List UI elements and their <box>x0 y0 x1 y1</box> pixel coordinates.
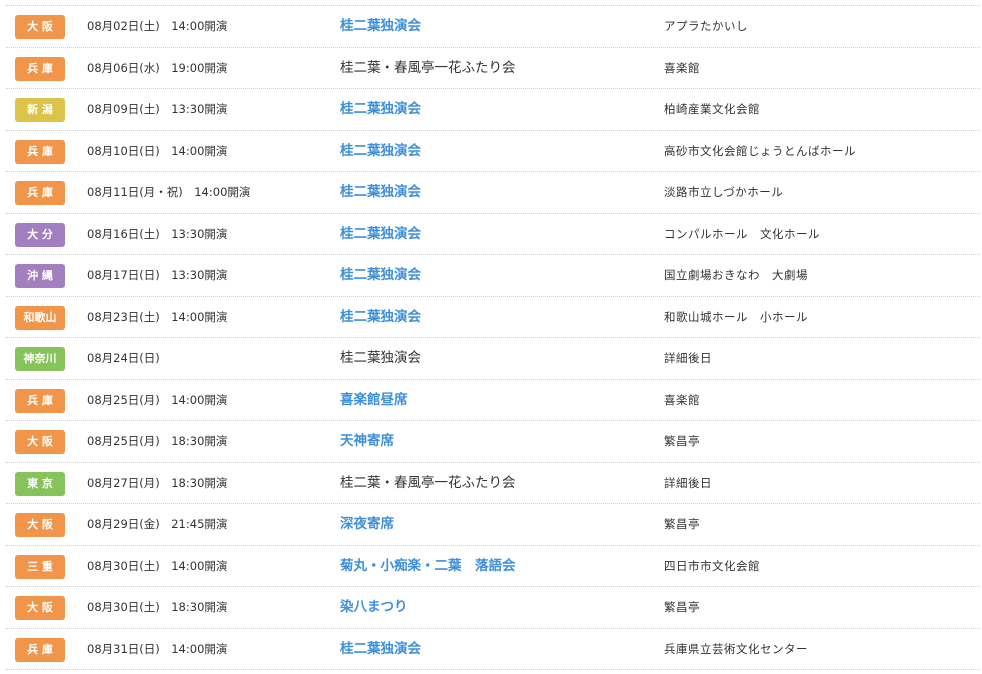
schedule-row: 新 潟 08月09日(土) 13:30開演 桂二葉独演会 柏崎産業文化会館 <box>6 89 980 131</box>
event-title-link[interactable]: 桂二葉独演会 <box>340 297 421 338</box>
schedule-row: 兵 庫 08月31日(日) 14:00開演 桂二葉独演会 兵庫県立芸術文化センター <box>6 629 980 670</box>
region-badge: 兵 庫 <box>15 181 65 205</box>
region-badge: 大 阪 <box>15 596 65 620</box>
event-venue: アプラたかいし <box>664 19 748 33</box>
event-venue: 喜楽館 <box>664 392 700 407</box>
event-venue: 繁昌亭 <box>664 600 700 614</box>
region-badge: 沖 縄 <box>15 264 65 288</box>
event-date: 08月25日(月) 14:00開演 <box>87 392 228 407</box>
event-date: 08月30日(土) 14:00開演 <box>87 558 228 573</box>
event-date: 08月16日(土) 13:30開演 <box>87 226 228 241</box>
event-date: 08月10日(日) 14:00開演 <box>87 143 228 158</box>
event-title-link[interactable]: 桂二葉独演会 <box>340 629 421 670</box>
region-badge: 和歌山 <box>15 305 65 330</box>
region-badge: 新 潟 <box>15 98 65 122</box>
event-date: 08月30日(土) 18:30開演 <box>87 600 228 614</box>
event-date: 08月06日(水) 19:00開演 <box>87 60 228 75</box>
event-date: 08月02日(土) 14:00開演 <box>87 19 228 33</box>
region-badge: 兵 庫 <box>15 56 65 81</box>
schedule-row: 兵 庫 08月10日(日) 14:00開演 桂二葉独演会 高砂市文化会館じょうとんばホ… <box>6 131 980 172</box>
schedule-row: 大 分 08月16日(土) 13:30開演 桂二葉独演会 コンパルホール 文化ホール <box>6 214 980 255</box>
event-title-link[interactable]: 染八まつり <box>340 587 408 628</box>
event-date: 08月11日(月・祝) 14:00開演 <box>87 185 251 199</box>
schedule-row: 大 阪 08月02日(土) 14:00開演 桂二葉独演会 アプラたかいし <box>6 6 980 48</box>
region-badge: 三 重 <box>15 554 65 579</box>
region-badge: 大 分 <box>15 222 65 247</box>
region-badge: 兵 庫 <box>15 637 65 662</box>
event-title-link[interactable]: 菊丸・小痴楽・二葉 落語会 <box>340 546 516 587</box>
region-badge: 大 阪 <box>15 513 65 537</box>
event-date: 08月25日(月) 18:30開演 <box>87 434 228 448</box>
schedule-row: 兵 庫 08月25日(月) 14:00開演 喜楽館昼席 喜楽館 <box>6 380 980 421</box>
event-venue: 詳細後日 <box>664 351 712 365</box>
event-venue: 柏崎産業文化会館 <box>664 102 760 116</box>
event-title: 桂二葉・春風亭一花ふたり会 <box>340 59 516 76</box>
event-venue: 兵庫県立芸術文化センター <box>664 641 808 656</box>
event-title-link[interactable]: 桂二葉独演会 <box>340 89 421 130</box>
region-badge: 東 京 <box>15 471 65 496</box>
event-title-link[interactable]: 桂二葉独演会 <box>340 131 421 172</box>
schedule-row: 三 重 08月30日(土) 14:00開演 菊丸・小痴楽・二葉 落語会 四日市市文化会… <box>6 546 980 587</box>
event-date: 08月29日(金) 21:45開演 <box>87 517 228 531</box>
event-date: 08月24日(日) <box>87 351 160 365</box>
event-title-link[interactable]: 深夜寄席 <box>340 504 394 545</box>
schedule-row: 兵 庫 08月06日(水) 19:00開演 桂二葉・春風亭一花ふたり会 喜楽館 <box>6 48 980 89</box>
event-venue: 詳細後日 <box>664 475 712 490</box>
event-venue: 淡路市立しづかホール <box>664 185 784 199</box>
event-title-link[interactable]: 桂二葉独演会 <box>340 172 421 213</box>
event-date: 08月09日(土) 13:30開演 <box>87 102 228 116</box>
event-venue: コンパルホール 文化ホール <box>664 226 820 241</box>
event-date: 08月31日(日) 14:00開演 <box>87 641 228 656</box>
schedule-row: 兵 庫 08月11日(月・祝) 14:00開演 桂二葉独演会 淡路市立しづかホール <box>6 172 980 214</box>
region-badge: 神奈川 <box>15 347 65 371</box>
event-venue: 四日市市文化会館 <box>664 558 760 573</box>
schedule-row: 大 阪 08月30日(土) 18:30開演 染八まつり 繁昌亭 <box>6 587 980 629</box>
schedule-list: 大 阪 08月02日(土) 14:00開演 桂二葉独演会 アプラたかいし兵 庫 08月0… <box>6 5 980 670</box>
region-badge: 大 阪 <box>15 15 65 39</box>
event-title-link[interactable]: 天神寄席 <box>340 421 394 462</box>
event-title-link[interactable]: 桂二葉独演会 <box>340 255 421 296</box>
event-title-link[interactable]: 桂二葉独演会 <box>340 6 421 47</box>
schedule-row: 東 京 08月27日(月) 18:30開演 桂二葉・春風亭一花ふたり会 詳細後日 <box>6 463 980 504</box>
region-badge: 兵 庫 <box>15 139 65 164</box>
event-title: 桂二葉独演会 <box>340 350 421 366</box>
event-venue: 高砂市文化会館じょうとんばホール <box>664 143 856 158</box>
schedule-row: 大 阪 08月29日(金) 21:45開演 深夜寄席 繁昌亭 <box>6 504 980 546</box>
schedule-row: 神奈川 08月24日(日) 桂二葉独演会 詳細後日 <box>6 338 980 380</box>
event-venue: 繁昌亭 <box>664 517 700 531</box>
region-badge: 大 阪 <box>15 430 65 454</box>
event-venue: 国立劇場おきなわ 大劇場 <box>664 268 808 282</box>
schedule-row: 大 阪 08月25日(月) 18:30開演 天神寄席 繁昌亭 <box>6 421 980 463</box>
event-venue: 繁昌亭 <box>664 434 700 448</box>
event-title-link[interactable]: 桂二葉独演会 <box>340 214 421 255</box>
event-date: 08月27日(月) 18:30開演 <box>87 475 228 490</box>
schedule-row: 和歌山 08月23日(土) 14:00開演 桂二葉独演会 和歌山城ホール 小ホール <box>6 297 980 338</box>
event-venue: 和歌山城ホール 小ホール <box>664 309 808 324</box>
event-title-link[interactable]: 喜楽館昼席 <box>340 380 408 421</box>
event-venue: 喜楽館 <box>664 60 700 75</box>
schedule-row: 沖 縄 08月17日(日) 13:30開演 桂二葉独演会 国立劇場おきなわ 大劇場 <box>6 255 980 297</box>
event-date: 08月17日(日) 13:30開演 <box>87 268 228 282</box>
region-badge: 兵 庫 <box>15 388 65 413</box>
event-date: 08月23日(土) 14:00開演 <box>87 309 228 324</box>
event-title: 桂二葉・春風亭一花ふたり会 <box>340 474 516 491</box>
